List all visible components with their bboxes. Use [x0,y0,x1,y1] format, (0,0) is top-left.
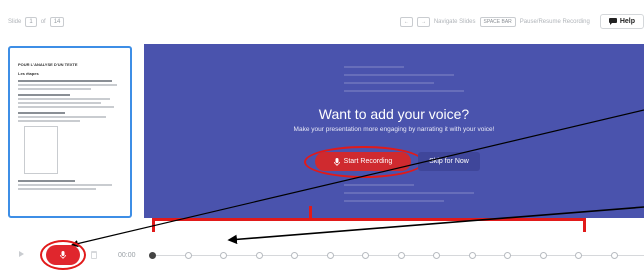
pause-resume-label: Pause/Resume Recording [519,18,590,25]
thumbnail-text-line [18,94,70,96]
slide-label: Slide [8,19,22,25]
timeline-slide-marker[interactable] [255,252,263,259]
navigate-slides-label: Navigate Slides [433,18,476,25]
skip-for-now-button[interactable]: Skip for Now [418,152,480,171]
help-label: Help [619,18,635,25]
annotation-highlight-ellipse [304,146,424,178]
voice-prompt-subtitle: Make your presentation more engaging by … [293,126,495,133]
thumbnail-text-line [18,80,112,82]
timeline-slide-marker[interactable] [291,252,298,259]
timeline-slide-marker[interactable] [184,252,192,259]
thumbnail-subtitle: Les étapes [18,71,39,76]
trash-icon[interactable] [91,251,97,259]
help-button[interactable]: Help [599,14,644,29]
thumbnail-image [24,126,58,174]
top-toolbar: Slide 1 of 14 ← → Navigate Slides SPACE … [0,0,644,44]
thumbnail-title: POUR L'ANALYSE D'UN TEXTE [18,62,78,67]
slide-preview: Want to add your voice? Make your presen… [144,44,644,218]
thumbnail-text-line [18,112,65,114]
thumbnail-text-line [18,98,110,100]
faded-slide-text [344,66,404,68]
faded-slide-text [344,82,434,84]
thumbnail-text-line [18,88,91,90]
slide-thumbnail[interactable]: POUR L'ANALYSE D'UN TEXTE Les étapes [8,46,132,218]
faded-slide-text [344,200,444,202]
annotation-bracket [152,218,586,232]
timeline-slide-marker[interactable] [610,252,618,259]
thumbnail-text-line [18,184,112,186]
slide-indicator: Slide 1 of 14 [8,17,65,27]
timeline-slide-marker[interactable] [220,252,227,259]
timeline-slide-marker[interactable] [362,252,369,259]
microphone-icon [60,251,66,259]
slide-of-label: of [40,19,46,25]
timeline-slide-marker[interactable] [575,252,582,259]
faded-slide-text [344,192,474,194]
faded-slide-text [344,74,454,76]
timeline-slide-marker[interactable] [468,252,476,259]
timeline-slide-marker[interactable] [326,252,334,259]
timeline-slide-marker[interactable] [539,252,547,259]
recording-time: 00:00 [118,252,136,259]
shortcut-hints: ← → Navigate Slides SPACE BAR Pause/Resu… [399,14,644,29]
chat-bubble-icon [608,18,617,25]
timeline-slide-marker[interactable] [149,252,156,259]
total-slides-box: 14 [49,17,65,27]
thumbnail-text-line [18,106,114,108]
voice-prompt-title: Want to add your voice? [318,106,470,122]
space-bar-key: SPACE BAR [479,16,516,27]
thumbnail-text-line [18,180,76,182]
thumbnail-text-line [18,102,102,104]
thumbnail-text-line [18,116,107,118]
faded-slide-text [344,90,464,92]
current-slide-input[interactable]: 1 [25,17,37,27]
arrow-left-icon: ← [399,16,413,27]
thumbnail-text-line [18,120,81,122]
play-icon[interactable] [19,251,24,257]
timeline-slide-marker[interactable] [504,252,511,259]
timeline-slide-marker[interactable] [433,252,440,259]
faded-slide-text [344,184,414,186]
record-button[interactable] [46,245,80,265]
timeline-slide-marker[interactable] [397,252,405,259]
arrow-right-icon: → [416,16,430,27]
thumbnail-text-line [18,188,96,190]
thumbnail-text-line [18,84,117,86]
